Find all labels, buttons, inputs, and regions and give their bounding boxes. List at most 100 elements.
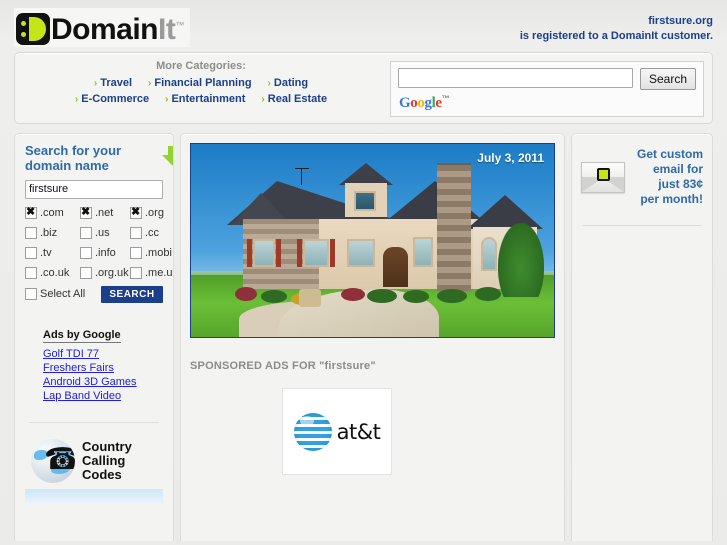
category-label: Financial Planning [154, 77, 252, 89]
tld-option-co-uk[interactable]: .co.uk [25, 266, 80, 279]
promo-line-3: just 83¢ [658, 177, 703, 191]
category-label: Entertainment [171, 93, 246, 105]
bullet-icon: › [93, 78, 98, 89]
tld-label: .mobi [145, 246, 172, 259]
checkbox-icon[interactable] [80, 226, 92, 239]
tld-label: .us [95, 226, 110, 239]
tld-option-mobi[interactable]: .mobi [130, 246, 173, 259]
sponsored-ads-title: SPONSORED ADS FOR "firstsure" [190, 360, 376, 372]
right-sidebar-divider [583, 225, 701, 226]
promo-line-4: per month! [640, 192, 703, 206]
google-search-box: Search Google™ [390, 61, 704, 117]
category-link-dating[interactable]: › Dating [268, 77, 309, 89]
checkbox-icon[interactable] [130, 226, 142, 239]
tld-label: .tv [40, 246, 52, 259]
category-link-real-estate[interactable]: › Real Estate [261, 93, 327, 105]
tld-label: .org [145, 206, 164, 219]
tld-label: .me.uk [145, 266, 173, 279]
ad-link-4[interactable]: Lap Band Video [43, 390, 163, 402]
google-logo: Google™ [399, 94, 703, 112]
checkbox-icon[interactable] [25, 246, 37, 259]
select-all-row: Select All SEARCH [25, 285, 163, 303]
checkbox-icon[interactable] [130, 206, 142, 219]
globe-phone-icon: ☎ [31, 438, 75, 483]
envelope-icon [581, 161, 625, 193]
bullet-icon: › [165, 94, 169, 105]
promo-line-2: email for [652, 162, 703, 176]
left-sidebar: Search for your domain name .com .net .o… [14, 133, 174, 541]
tld-option-me-uk[interactable]: .me.uk [130, 266, 173, 279]
country-calling-codes-banner[interactable]: ☎ Country Calling Codes [25, 438, 163, 483]
tld-option-net[interactable]: .net [80, 206, 130, 219]
tld-option-org-uk[interactable]: .org.uk [80, 266, 130, 279]
domainit-logo[interactable]: DomainIt™ [14, 8, 190, 47]
select-all-checkbox[interactable]: Select All [25, 288, 85, 300]
banner-line-2: Calling [82, 452, 126, 468]
sidebar-title: Search for your domain name [25, 143, 122, 173]
checkbox-icon[interactable] [80, 246, 92, 259]
category-link-financial-planning[interactable]: › Financial Planning [148, 77, 252, 89]
tld-label: .net [95, 206, 114, 219]
category-label: Travel [100, 77, 133, 89]
google-logo-o2: o [417, 95, 425, 111]
checkbox-icon[interactable] [80, 266, 92, 279]
tld-option-com[interactable]: .com [25, 206, 80, 219]
google-logo-g1: G [399, 95, 411, 111]
domainit-logo-icon [16, 13, 50, 45]
select-all-label: Select All [40, 288, 86, 300]
checkbox-icon[interactable] [80, 206, 92, 219]
banner-bottom-band [25, 488, 163, 503]
tld-option-cc[interactable]: .cc [130, 226, 173, 239]
checkbox-icon[interactable] [25, 226, 37, 239]
google-search-input[interactable] [398, 68, 633, 88]
ad-link-1[interactable]: Golf TDI 77 [43, 348, 163, 360]
checkbox-icon[interactable] [130, 266, 142, 279]
google-search-button[interactable]: Search [640, 68, 696, 90]
tld-label: .cc [145, 226, 160, 239]
categories-row-1: › Travel › Financial Planning › Dating [15, 77, 387, 89]
ad-link-2[interactable]: Freshers Fairs [43, 362, 163, 374]
checkbox-icon[interactable] [25, 206, 37, 219]
tld-option-info[interactable]: .info [80, 246, 130, 259]
page-header: DomainIt™ firstsure.org is registered to… [0, 0, 727, 52]
category-link-travel[interactable]: › Travel [94, 77, 132, 89]
tld-option-org[interactable]: .org [130, 206, 173, 219]
sidebar-divider [29, 421, 159, 423]
top-bar-panel: More Categories: › Travel › Financial Plan… [14, 52, 713, 124]
registered-domain: firstsure.org [648, 15, 713, 27]
checkbox-icon[interactable] [25, 288, 37, 300]
banner-line-1: Country [82, 438, 132, 454]
logo-wordmark: DomainIt™ [51, 10, 184, 45]
email-promo-text: Get custom email for just 83¢ per month! [632, 147, 703, 207]
sponsored-ad-att[interactable]: at&t [282, 388, 392, 475]
tld-option-biz[interactable]: .biz [25, 226, 80, 239]
category-link-entertainment[interactable]: › Entertainment [165, 93, 245, 105]
right-sidebar: Get custom email for just 83¢ per month! [571, 133, 713, 541]
category-link-e-commerce[interactable]: › E-Commerce [75, 93, 149, 105]
ads-by-google-block: Ads by Google Golf TDI 77 Freshers Fairs… [25, 325, 163, 402]
google-logo-trademark: ™ [441, 94, 450, 103]
categories-row-2: › E-Commerce › Entertainment › Real Estate [15, 93, 387, 105]
registration-note: firstsure.org is registered to a DomainI… [520, 14, 713, 44]
banner-text: Country Calling Codes [82, 438, 132, 482]
banner-line-3: Codes [82, 466, 122, 482]
categories-block: More Categories: › Travel › Financial Plan… [15, 60, 387, 109]
logo-text-domain: Domain [51, 13, 159, 46]
checkbox-icon[interactable] [25, 266, 37, 279]
category-label: Real Estate [267, 93, 328, 105]
att-globe-icon [293, 412, 332, 451]
tld-option-us[interactable]: .us [80, 226, 130, 239]
domain-search-button[interactable]: SEARCH [101, 285, 163, 303]
categories-title: More Categories: [156, 60, 246, 72]
email-promo[interactable]: Get custom email for just 83¢ per month! [581, 143, 703, 207]
bullet-icon: › [148, 78, 152, 89]
ad-link-3[interactable]: Android 3D Games [43, 376, 163, 388]
hero-date-overlay: July 3, 2011 [477, 151, 544, 165]
tld-option-tv[interactable]: .tv [25, 246, 80, 259]
content-columns: Search for your domain name .com .net .o… [14, 133, 713, 541]
tld-label: .org.uk [95, 266, 129, 279]
category-label: E-Commerce [81, 93, 150, 105]
logo-trademark: ™ [175, 20, 184, 30]
domain-search-input[interactable] [25, 179, 163, 199]
checkbox-icon[interactable] [130, 246, 142, 259]
